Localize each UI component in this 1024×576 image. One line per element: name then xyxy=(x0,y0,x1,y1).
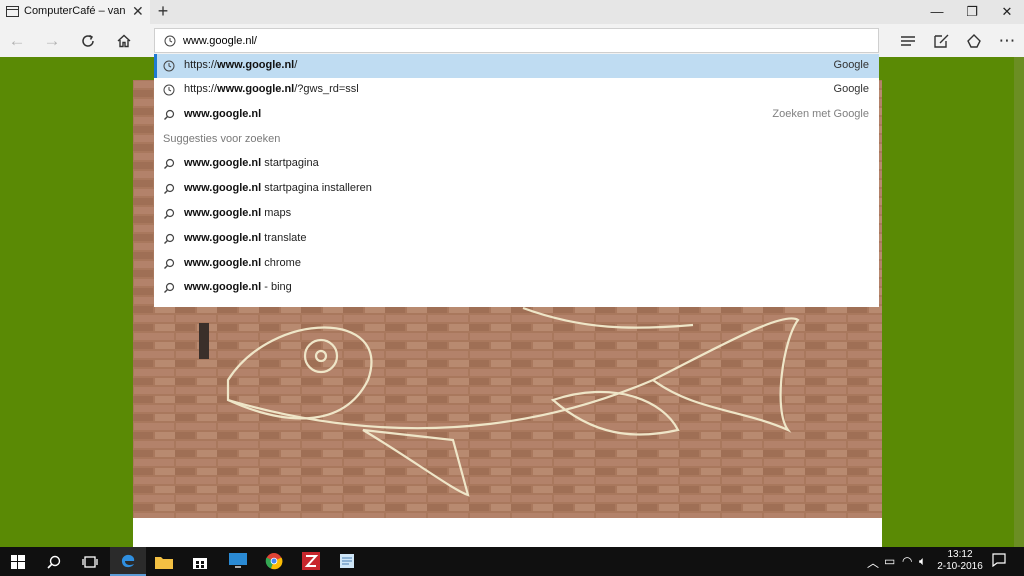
address-suggestions: https://www.google.nl/ Google https://ww… xyxy=(154,54,879,307)
tab-bar: ComputerCafé – van de ✕ + — ❐ ✕ xyxy=(0,0,1024,24)
address-input[interactable] xyxy=(183,32,783,49)
store-button[interactable] xyxy=(182,547,218,576)
search-icon xyxy=(164,258,175,269)
start-button[interactable] xyxy=(0,547,36,576)
back-button[interactable]: ← xyxy=(4,29,30,53)
history-icon xyxy=(164,35,176,47)
suggestion-source: Google xyxy=(833,83,869,95)
search-button[interactable] xyxy=(36,547,72,576)
wifi-icon[interactable]: ◠ xyxy=(902,554,912,568)
suggestion-text: www.google.nl chrome xyxy=(184,257,301,269)
zotero-icon xyxy=(302,552,320,570)
notepad-icon xyxy=(340,554,354,568)
search-icon xyxy=(164,109,175,120)
search-icon xyxy=(164,158,175,169)
edge-icon xyxy=(121,554,135,568)
history-icon xyxy=(163,84,175,96)
search-icon xyxy=(47,555,61,569)
page-icon xyxy=(6,6,19,17)
suggestion-text: https://www.google.nl/?gws_rd=ssl xyxy=(184,83,359,95)
clock-time: 13:12 xyxy=(947,549,973,560)
minimize-button[interactable]: — xyxy=(920,0,954,24)
search-icon xyxy=(164,208,175,219)
address-bar[interactable] xyxy=(154,28,879,53)
new-tab-button[interactable]: + xyxy=(153,1,173,22)
suggestion-text: www.google.nl startpagina xyxy=(184,157,319,169)
suggestions-section-header: Suggesties voor zoeken xyxy=(163,133,281,145)
share-button[interactable] xyxy=(961,29,987,53)
action-center-icon[interactable] xyxy=(992,553,1006,570)
windows-taskbar: ︿ ▭ ◠ 🔈︎ 13:12 2-10-2016 xyxy=(0,547,1024,576)
zotero-button[interactable] xyxy=(293,547,329,576)
suggestion-row[interactable]: https://www.google.nl/ Google xyxy=(154,54,879,78)
folder-icon xyxy=(155,557,173,569)
hub-icon xyxy=(901,36,915,46)
suggestion-text: www.google.nl translate xyxy=(184,232,307,244)
refresh-button[interactable] xyxy=(75,29,101,53)
search-suggestion-row[interactable]: www.google.nl translate xyxy=(154,227,879,251)
store-icon xyxy=(193,558,207,569)
chrome-icon xyxy=(265,553,283,570)
search-suggestion-row[interactable]: www.google.nl chrome xyxy=(154,252,879,276)
search-suggestion-row[interactable]: www.google.nl startpagina xyxy=(154,152,879,176)
edge-taskbar-button[interactable] xyxy=(110,547,146,576)
more-button[interactable]: ⋯ xyxy=(994,29,1020,53)
refresh-icon xyxy=(82,34,94,47)
suggestion-source: Google xyxy=(833,59,869,71)
search-suggestion-row[interactable]: www.google.nl startpagina installeren xyxy=(154,177,879,201)
notepad-button[interactable] xyxy=(329,547,365,576)
clock-date: 2-10-2016 xyxy=(937,561,983,572)
windows-logo-icon xyxy=(11,555,25,569)
page-scroll-area xyxy=(1014,57,1024,547)
tab-computercafe[interactable]: ComputerCafé – van de ✕ xyxy=(0,0,150,24)
suggestion-text: www.google.nl xyxy=(184,108,262,120)
suggestion-row[interactable]: www.google.nl Zoeken met Google xyxy=(154,103,879,127)
tab-title: ComputerCafé – van de xyxy=(24,5,128,17)
search-suggestion-row[interactable]: www.google.nl - bing xyxy=(154,276,879,300)
app-button-monitor[interactable] xyxy=(220,547,256,576)
restore-button[interactable]: ❐ xyxy=(955,0,989,24)
history-icon xyxy=(163,60,175,72)
suggestion-text: www.google.nl startpagina installeren xyxy=(184,182,372,194)
volume-icon[interactable]: 🔈︎ xyxy=(919,554,926,569)
forward-button[interactable]: → xyxy=(39,29,65,53)
home-icon xyxy=(117,34,131,48)
suggestion-text: www.google.nl maps xyxy=(184,207,292,219)
suggestion-text: https://www.google.nl/ xyxy=(184,59,298,71)
page-content xyxy=(133,518,882,547)
suggestion-text: www.google.nl - bing xyxy=(184,281,292,293)
taskbar-clock[interactable]: 13:12 2-10-2016 xyxy=(935,549,985,573)
search-icon xyxy=(164,282,175,293)
file-explorer-button[interactable] xyxy=(146,547,182,576)
task-view-icon xyxy=(82,556,98,568)
web-note-button[interactable] xyxy=(928,29,954,53)
search-icon xyxy=(164,183,175,194)
search-suggestion-row[interactable]: www.google.nl maps xyxy=(154,202,879,226)
suggestion-row[interactable]: https://www.google.nl/?gws_rd=ssl Google xyxy=(154,78,879,102)
web-note-icon xyxy=(934,34,949,48)
hub-button[interactable] xyxy=(895,29,921,53)
battery-icon[interactable]: ▭ xyxy=(884,554,895,568)
share-icon xyxy=(967,34,981,48)
task-view-button[interactable] xyxy=(72,547,108,576)
search-icon xyxy=(164,233,175,244)
monitor-icon xyxy=(229,553,247,568)
suggestion-source: Zoeken met Google xyxy=(772,108,869,120)
show-hidden-icons-button[interactable]: ︿ xyxy=(867,554,879,571)
close-tab-icon[interactable]: ✕ xyxy=(132,3,144,20)
close-window-button[interactable]: ✕ xyxy=(990,0,1024,24)
home-button[interactable] xyxy=(111,29,137,53)
chrome-button[interactable] xyxy=(256,547,292,576)
